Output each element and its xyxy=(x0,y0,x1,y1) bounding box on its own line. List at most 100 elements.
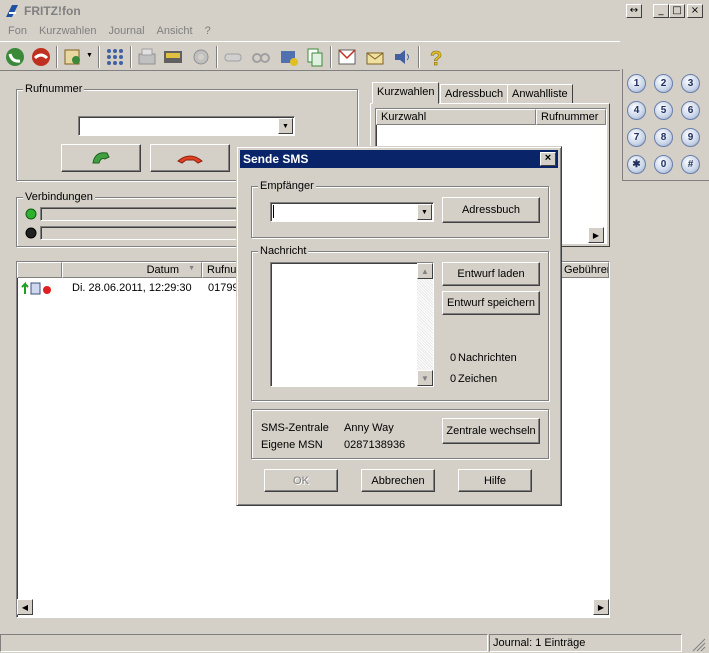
zeichen-count: 0 xyxy=(450,373,457,385)
nachricht-legend: Nachricht xyxy=(258,245,309,257)
dialog-close-button[interactable]: × xyxy=(540,152,556,166)
menu-bar: Fon Kurzwahlen Journal Ansicht ? xyxy=(0,22,709,40)
mail-icon[interactable] xyxy=(336,46,358,68)
fritz-logo-icon xyxy=(6,5,18,17)
svg-text:?: ? xyxy=(430,48,442,68)
rufnummer-legend: Rufnummer xyxy=(23,83,85,95)
settings-icon[interactable] xyxy=(190,46,212,68)
toolbar: ▼ ? xyxy=(0,41,620,71)
status-panel-empty xyxy=(0,634,488,652)
keypad-button-4[interactable]: 4 xyxy=(627,101,646,120)
scroll-right-icon[interactable]: ▶ xyxy=(593,599,609,615)
entwurf-speichern-button[interactable]: Entwurf speichern xyxy=(442,291,540,315)
status-journal-count: Journal: 1 Einträge xyxy=(489,634,682,652)
column-header-kurzwahl[interactable]: Kurzwahl xyxy=(376,109,536,125)
tab-adressbuch[interactable]: Adressbuch xyxy=(440,84,509,104)
tab-anwahlliste[interactable]: Anwahlliste xyxy=(507,84,573,104)
nachrichten-count: 0 xyxy=(450,352,457,364)
column-header-type[interactable] xyxy=(17,262,62,278)
scroll-up-icon[interactable]: ▲ xyxy=(417,263,433,279)
phone-red-icon xyxy=(177,155,203,164)
hangup-red-icon[interactable] xyxy=(30,46,52,68)
empfaenger-combobox[interactable]: ▼ xyxy=(270,202,434,222)
phonebook-dropdown-icon[interactable] xyxy=(62,46,84,68)
display-icon[interactable] xyxy=(162,46,184,68)
fax-icon[interactable] xyxy=(136,46,158,68)
menu-fon[interactable]: Fon xyxy=(8,25,27,37)
verbindungen-legend: Verbindungen xyxy=(23,191,95,203)
text-cursor xyxy=(273,205,274,218)
sound-icon[interactable] xyxy=(392,46,414,68)
abbrechen-button[interactable]: Abbrechen xyxy=(361,469,435,492)
sms-zentrale-label: SMS-Zentrale xyxy=(261,422,329,434)
keypad-button-star[interactable]: ✱ xyxy=(627,155,646,174)
message-textarea[interactable]: ▲ ▼ xyxy=(270,262,434,387)
scroll-down-icon[interactable]: ▼ xyxy=(417,370,433,386)
message-scrollbar[interactable] xyxy=(417,263,433,386)
zeichen-label: Zeichen xyxy=(458,373,498,385)
nachrichten-label: Nachrichten xyxy=(458,352,517,364)
column-header-datum[interactable]: Datum ▼ xyxy=(62,262,202,278)
connection-2-bar xyxy=(40,226,240,240)
connection-green-led-icon xyxy=(25,208,37,220)
dialog-title-bar: Sende SMS × xyxy=(240,150,558,168)
menu-ansicht[interactable]: Ansicht xyxy=(157,25,193,37)
adressbuch-button[interactable]: Adressbuch xyxy=(442,197,540,223)
rufnummer-combobox[interactable]: ▼ xyxy=(78,116,295,136)
restore-button[interactable]: ↔ xyxy=(626,4,642,18)
eigene-msn-label: Eigene MSN xyxy=(261,439,323,451)
keypad-button-6[interactable]: 6 xyxy=(681,101,700,120)
keypad-button-8[interactable]: 8 xyxy=(654,128,673,147)
send-sms-dialog: Sende SMS × Empfänger ▼ Adressbuch Nachr… xyxy=(236,146,562,506)
copy-icon[interactable] xyxy=(304,46,326,68)
letter-icon[interactable] xyxy=(364,46,386,68)
eigene-msn-value: 0287138936 xyxy=(344,439,406,451)
keypad-button-0[interactable]: 0 xyxy=(654,155,673,174)
keypad-button-hash[interactable]: # xyxy=(681,155,700,174)
keypad-button-9[interactable]: 9 xyxy=(681,128,700,147)
sms-zentrale-value: Anny Way xyxy=(344,422,394,434)
minimize-button[interactable]: _ xyxy=(653,4,669,18)
hangup-button[interactable] xyxy=(150,144,230,172)
keypad-button-7[interactable]: 7 xyxy=(627,128,646,147)
column-header-rufnummer[interactable]: Rufnummer xyxy=(536,109,606,125)
keypad-button-1[interactable]: 1 xyxy=(627,74,646,93)
sms-icon[interactable] xyxy=(278,46,300,68)
answering-machine-icon[interactable] xyxy=(250,46,272,68)
keypad-button-3[interactable]: 3 xyxy=(681,74,700,93)
journal-date: Di. 28.06.2011, 12:29:30 xyxy=(72,282,192,294)
column-header-gebuehren[interactable]: Gebühren xyxy=(559,262,609,278)
scroll-right-icon[interactable]: ▶ xyxy=(588,227,604,243)
menu-journal[interactable]: Journal xyxy=(108,25,144,37)
outgoing-call-icon xyxy=(21,281,51,295)
ok-button[interactable]: OK xyxy=(264,469,338,492)
dropdown-arrow-icon[interactable]: ▼ xyxy=(86,52,93,59)
call-button[interactable] xyxy=(61,144,141,172)
keypad-button-5[interactable]: 5 xyxy=(654,101,673,120)
title-bar: FRITZ!fon xyxy=(0,0,709,22)
entwurf-laden-button[interactable]: Entwurf laden xyxy=(442,262,540,286)
close-button[interactable]: × xyxy=(687,4,703,18)
connection-1-bar xyxy=(40,207,240,221)
empfaenger-legend: Empfänger xyxy=(258,180,316,192)
sort-desc-icon: ▼ xyxy=(188,265,195,272)
call-green-icon[interactable] xyxy=(4,46,26,68)
window-title: FRITZ!fon xyxy=(24,4,81,18)
voicemail-icon[interactable] xyxy=(222,46,244,68)
menu-kurzwahlen[interactable]: Kurzwahlen xyxy=(39,25,96,37)
maximize-button[interactable]: □ xyxy=(669,4,685,18)
tab-kurzwahlen[interactable]: Kurzwahlen xyxy=(372,82,440,104)
keypad-button-2[interactable]: 2 xyxy=(654,74,673,93)
connection-black-led-icon xyxy=(25,227,37,239)
chevron-down-icon[interactable]: ▼ xyxy=(417,204,432,220)
menu-help[interactable]: ? xyxy=(205,25,211,37)
chevron-down-icon[interactable]: ▼ xyxy=(278,118,293,134)
help-icon[interactable]: ? xyxy=(424,46,446,68)
status-bar: Journal: 1 Einträge xyxy=(0,632,709,653)
keypad-icon[interactable] xyxy=(104,46,126,68)
resize-grip-icon[interactable] xyxy=(690,636,706,652)
zentrale-wechseln-button[interactable]: Zentrale wechseln xyxy=(442,418,540,444)
phone-green-icon xyxy=(92,152,110,164)
scroll-left-icon[interactable]: ◀ xyxy=(17,599,33,615)
hilfe-button[interactable]: Hilfe xyxy=(458,469,532,492)
